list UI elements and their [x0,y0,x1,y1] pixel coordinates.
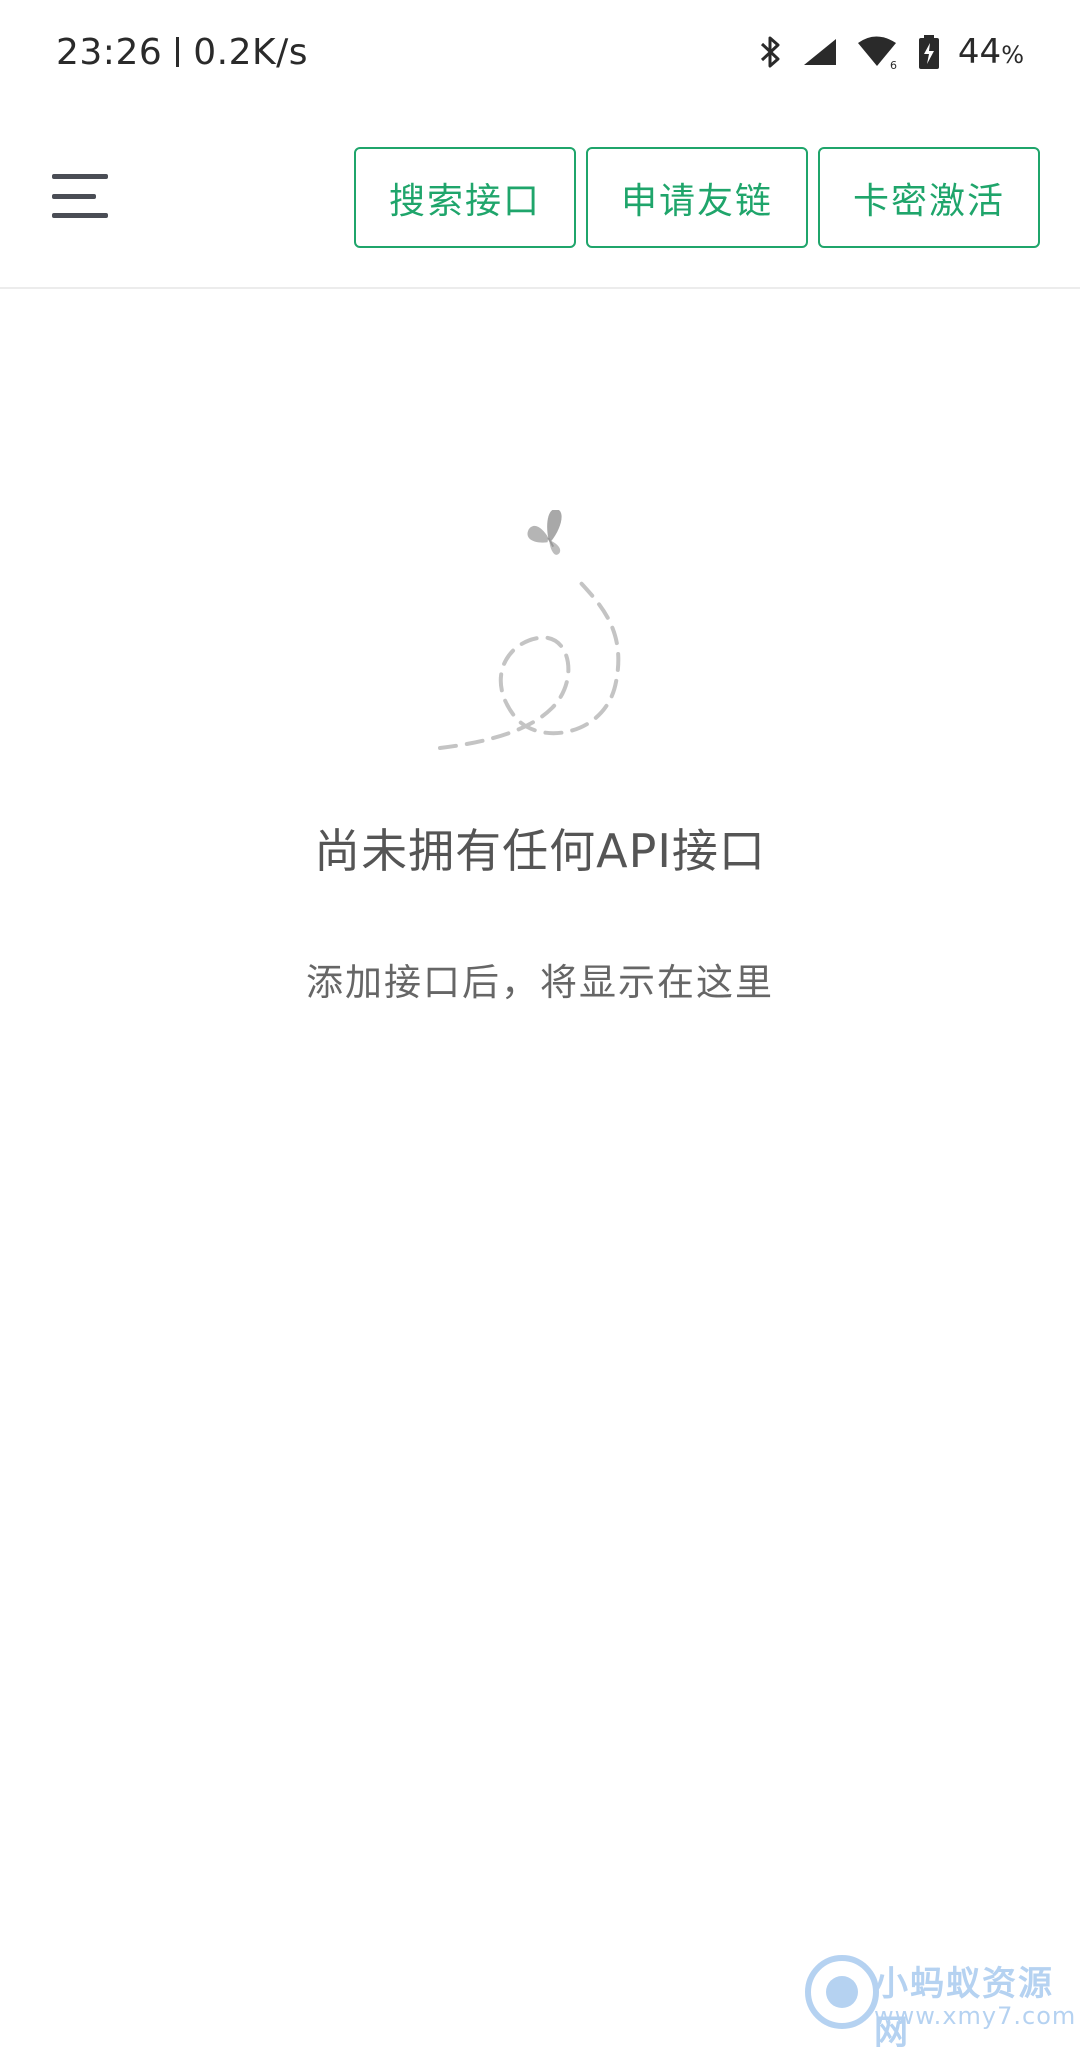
menu-line-bottom [52,213,108,218]
svg-text:6: 6 [890,59,897,70]
watermark-url: www.xmy7.com [874,2002,1077,2030]
network-speed: 0.2K/s [193,31,308,73]
status-right: 6 44% [758,32,1024,72]
apply-friend-link-button[interactable]: 申请友链 [586,147,808,248]
ant-logo-icon [805,1955,879,2029]
battery-unit: % [1001,41,1024,69]
app-header: 搜索接口 申请友链 卡密激活 [0,104,1080,289]
battery-charging-icon [918,34,940,70]
watermark: 小蚂蚁资源网 www.xmy7.com [802,1952,1075,2047]
status-time: 23:26 [56,31,163,73]
empty-state-subtitle: 添加接口后，将显示在这里 [306,961,774,1004]
status-left: 23:26 0.2K/s [56,32,308,73]
app-screen: 23:26 0.2K/s 6 44% 搜索接口 申请友链 卡密激活 尚未拥有任何… [0,0,1080,2047]
cellular-signal-icon [802,37,838,67]
empty-state-title: 尚未拥有任何API接口 [314,824,766,878]
battery-percentage: 44% [958,32,1024,72]
hamburger-menu-icon[interactable] [52,174,108,218]
battery-value: 44 [957,32,1002,72]
status-bar: 23:26 0.2K/s 6 44% [0,0,1080,104]
bluetooth-icon [758,35,784,69]
status-separator [176,37,180,67]
card-activation-button[interactable]: 卡密激活 [818,147,1040,248]
wifi-6-icon: 6 [856,34,900,70]
menu-line-middle [52,193,96,199]
butterfly-dashed-path-icon [430,509,650,760]
search-api-button[interactable]: 搜索接口 [354,147,576,248]
menu-line-top [52,174,108,179]
